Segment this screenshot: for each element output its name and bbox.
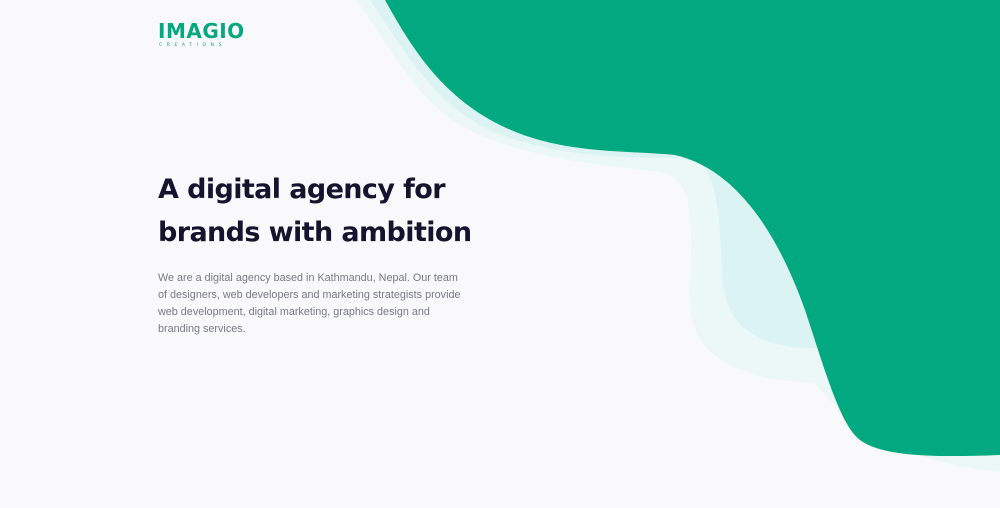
hero-headline-line-1: A digital agency for: [158, 174, 446, 205]
page: IMAGIO CREATIONS A digital agency for br…: [0, 0, 1000, 508]
hero-headline-line-2: brands with ambition: [158, 217, 472, 248]
hero-background-waves: [356, 0, 1000, 472]
hero-description: We are a digital agency based in Kathman…: [158, 272, 461, 335]
brand-tagline: CREATIONS: [159, 43, 227, 48]
hero-headline: A digital agency for brands with ambitio…: [158, 168, 498, 254]
brand-logo[interactable]: IMAGIO CREATIONS: [158, 20, 245, 49]
brand-name: IMAGIO: [158, 19, 245, 43]
